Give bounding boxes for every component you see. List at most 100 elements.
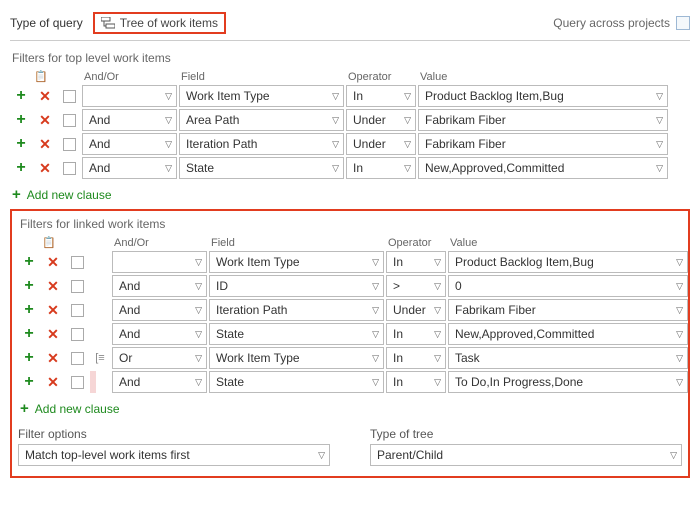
field-select[interactable]: State ▽ <box>209 323 384 345</box>
field-select[interactable]: Iteration Path ▽ <box>179 133 344 155</box>
remove-row-icon[interactable]: ✕ <box>34 160 56 177</box>
type-of-tree-value: Parent/Child <box>377 448 443 462</box>
value-select[interactable]: Fabrikam Fiber ▽ <box>418 109 668 131</box>
add-row-icon[interactable]: + <box>18 301 40 319</box>
add-row-icon[interactable]: + <box>18 325 40 343</box>
andor-select[interactable]: ▽ <box>82 85 177 107</box>
andor-select[interactable]: And ▽ <box>82 109 177 131</box>
row-checkbox[interactable] <box>63 90 76 103</box>
operator-select[interactable]: In ▽ <box>386 251 446 273</box>
remove-row-icon[interactable]: ✕ <box>34 88 56 105</box>
add-row-icon[interactable]: + <box>18 253 40 271</box>
remove-row-icon[interactable]: ✕ <box>42 374 64 391</box>
row-checkbox[interactable] <box>71 328 84 341</box>
clipboard-icon[interactable]: 📋 <box>42 236 64 249</box>
remove-row-icon[interactable]: ✕ <box>34 112 56 129</box>
remove-row-icon[interactable]: ✕ <box>42 326 64 343</box>
filter-options-select[interactable]: Match top-level work items first ▽ <box>18 444 330 466</box>
andor-select[interactable]: Or ▽ <box>112 347 207 369</box>
field-select[interactable]: Iteration Path ▽ <box>209 299 384 321</box>
value-select[interactable]: Product Backlog Item,Bug ▽ <box>448 251 688 273</box>
value-select[interactable]: Task ▽ <box>448 347 688 369</box>
add-row-icon[interactable]: + <box>10 135 32 153</box>
row-checkbox[interactable] <box>63 114 76 127</box>
value-select[interactable]: 0 ▽ <box>448 275 688 297</box>
filter-row: + ✕ And ▽ Iteration Path ▽ Under ▽ Fabri… <box>10 132 690 156</box>
chevron-down-icon: ▽ <box>372 329 379 340</box>
chevron-down-icon: ▽ <box>404 91 411 102</box>
row-checkbox[interactable] <box>71 280 84 293</box>
andor-select[interactable]: And ▽ <box>112 371 207 393</box>
field-select[interactable]: Area Path ▽ <box>179 109 344 131</box>
row-checkbox[interactable] <box>71 376 84 389</box>
type-of-tree-select[interactable]: Parent/Child ▽ <box>370 444 682 466</box>
andor-select[interactable]: And ▽ <box>82 133 177 155</box>
add-row-icon[interactable]: + <box>10 159 32 177</box>
field-select[interactable]: State ▽ <box>179 157 344 179</box>
value-select[interactable]: New,Approved,Committed ▽ <box>418 157 668 179</box>
remove-row-icon[interactable]: ✕ <box>42 302 64 319</box>
row-checkbox[interactable] <box>71 352 84 365</box>
add-new-clause-linked[interactable]: + Add new clause <box>20 400 682 417</box>
chevron-down-icon: ▽ <box>195 281 202 292</box>
filter-row: + ✕ And ▽ Area Path ▽ Under ▽ Fabrikam F… <box>10 108 690 132</box>
field-select[interactable]: Work Item Type ▽ <box>179 85 344 107</box>
operator-select[interactable]: Under ▽ <box>346 109 416 131</box>
operator-select[interactable]: In ▽ <box>346 85 416 107</box>
chevron-down-icon: ▽ <box>676 377 683 388</box>
andor-select-value: And <box>89 137 110 151</box>
operator-select-value: > <box>393 279 400 293</box>
add-row-icon[interactable]: + <box>18 373 40 391</box>
row-checkbox[interactable] <box>71 304 84 317</box>
operator-select[interactable]: In ▽ <box>386 323 446 345</box>
field-select[interactable]: ID ▽ <box>209 275 384 297</box>
value-select-value: Fabrikam Fiber <box>425 113 506 127</box>
add-new-clause-top[interactable]: + Add new clause <box>12 186 690 203</box>
operator-select[interactable]: In ▽ <box>386 347 446 369</box>
value-select[interactable]: Fabrikam Fiber ▽ <box>418 133 668 155</box>
add-row-icon[interactable]: + <box>18 277 40 295</box>
row-checkbox[interactable] <box>63 162 76 175</box>
value-select[interactable]: Fabrikam Fiber ▽ <box>448 299 688 321</box>
operator-select[interactable]: Under ▽ <box>386 299 446 321</box>
field-select[interactable]: Work Item Type ▽ <box>209 347 384 369</box>
andor-select[interactable]: And ▽ <box>112 299 207 321</box>
operator-select[interactable]: > ▽ <box>386 275 446 297</box>
operator-select-value: In <box>393 351 403 365</box>
value-select[interactable]: Product Backlog Item,Bug ▽ <box>418 85 668 107</box>
cross-projects-checkbox[interactable] <box>676 16 690 30</box>
field-select[interactable]: Work Item Type ▽ <box>209 251 384 273</box>
add-row-icon[interactable]: + <box>10 111 32 129</box>
andor-select-value: And <box>89 113 110 127</box>
group-start-icon[interactable]: [≡ <box>90 352 110 364</box>
clipboard-icon[interactable]: 📋 <box>34 70 56 83</box>
field-select[interactable]: State ▽ <box>209 371 384 393</box>
value-select[interactable]: To Do,In Progress,Done ▽ <box>448 371 688 393</box>
row-checkbox[interactable] <box>71 256 84 269</box>
col-andor: And/Or <box>112 237 207 249</box>
remove-row-icon[interactable]: ✕ <box>34 136 56 153</box>
row-checkbox[interactable] <box>63 138 76 151</box>
add-row-icon[interactable]: + <box>10 87 32 105</box>
field-select-value: Work Item Type <box>216 351 300 365</box>
chevron-down-icon: ▽ <box>318 450 325 461</box>
andor-select[interactable]: And ▽ <box>82 157 177 179</box>
cross-projects-toggle[interactable]: Query across projects <box>553 16 690 30</box>
col-value: Value <box>418 71 668 83</box>
andor-select[interactable]: And ▽ <box>112 275 207 297</box>
andor-select[interactable]: ▽ <box>112 251 207 273</box>
add-new-clause-label: Add new clause <box>27 188 112 202</box>
value-select[interactable]: New,Approved,Committed ▽ <box>448 323 688 345</box>
value-select-value: New,Approved,Committed <box>425 161 564 175</box>
filter-options-value: Match top-level work items first <box>25 448 190 462</box>
remove-row-icon[interactable]: ✕ <box>42 254 64 271</box>
andor-select[interactable]: And ▽ <box>112 323 207 345</box>
operator-select[interactable]: Under ▽ <box>346 133 416 155</box>
add-row-icon[interactable]: + <box>18 349 40 367</box>
query-type-selector[interactable]: Tree of work items <box>93 12 226 34</box>
remove-row-icon[interactable]: ✕ <box>42 350 64 367</box>
filter-row: + ✕ And ▽ ID ▽ > ▽ 0 ▽ <box>18 274 682 298</box>
remove-row-icon[interactable]: ✕ <box>42 278 64 295</box>
operator-select[interactable]: In ▽ <box>386 371 446 393</box>
operator-select[interactable]: In ▽ <box>346 157 416 179</box>
